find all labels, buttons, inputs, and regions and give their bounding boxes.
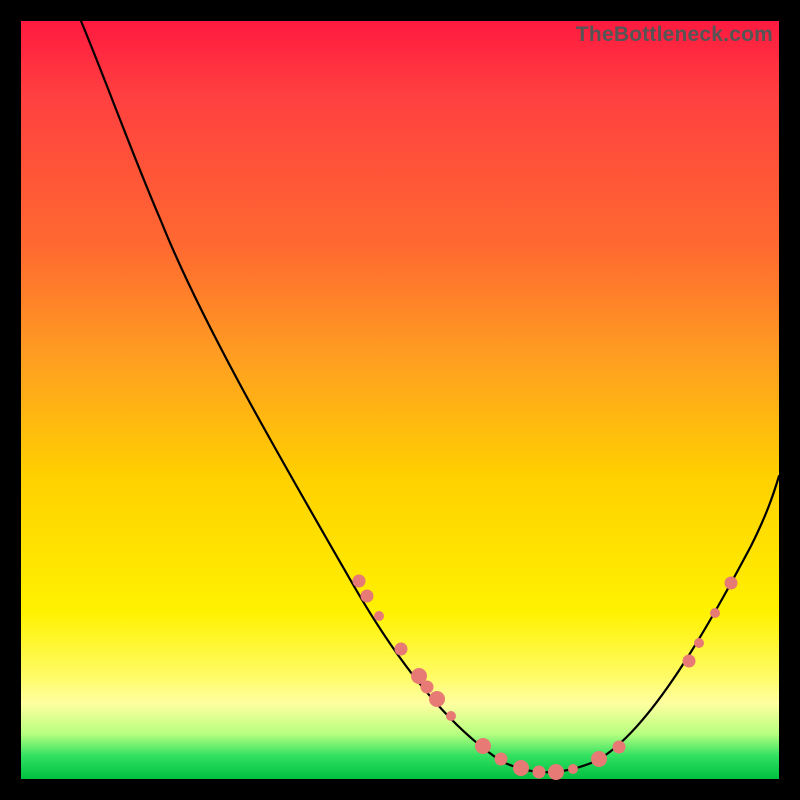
marker xyxy=(613,741,626,754)
marker xyxy=(548,764,564,780)
marker xyxy=(568,764,578,774)
plot-area: TheBottleneck.com xyxy=(21,21,779,779)
marker xyxy=(361,590,374,603)
marker xyxy=(446,711,456,721)
marker xyxy=(421,681,434,694)
curve-layer xyxy=(21,21,779,779)
marker xyxy=(353,575,366,588)
marker xyxy=(395,643,408,656)
marker xyxy=(429,691,445,707)
chart-frame: TheBottleneck.com xyxy=(0,0,800,800)
marker xyxy=(533,766,546,779)
marker xyxy=(710,608,720,618)
marker xyxy=(374,611,384,621)
marker xyxy=(683,655,696,668)
marker xyxy=(725,577,738,590)
marker xyxy=(694,638,704,648)
marker xyxy=(495,753,508,766)
bottleneck-curve xyxy=(81,21,779,772)
marker xyxy=(591,751,607,767)
marker xyxy=(475,738,491,754)
marker xyxy=(513,760,529,776)
